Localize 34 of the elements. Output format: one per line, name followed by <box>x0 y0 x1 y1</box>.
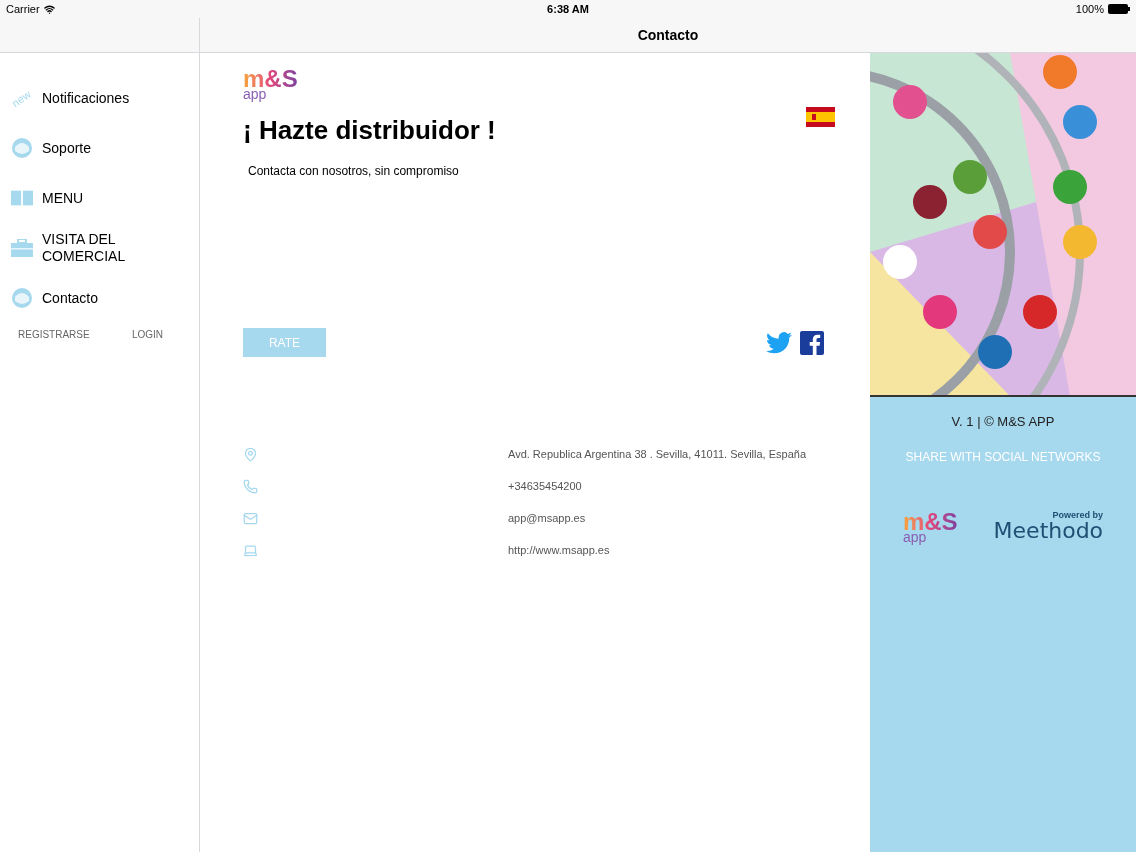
phone-icon <box>243 478 258 494</box>
sidebar-item[interactable]: MENU <box>0 173 199 223</box>
carrier-label: Carrier <box>6 1 40 17</box>
powered-by-logo: Powered by Meethodo <box>993 511 1104 542</box>
briefcase-icon <box>11 239 33 257</box>
account-link[interactable]: LOGIN <box>131 327 163 342</box>
subtitle: Contacta con nosotros, sin compromiso <box>248 163 460 180</box>
version-label: V. 1 | © M&S APP <box>950 413 1056 431</box>
sidebar-item[interactable]: Soporte <box>0 123 199 173</box>
book-icon <box>11 190 33 206</box>
new-label: new <box>8 86 34 111</box>
f-logo-icon[interactable] <box>800 330 824 355</box>
sidebar-item[interactable]: VISITA DEL COMERCIAL <box>0 223 199 273</box>
bird-icon[interactable] <box>766 331 792 354</box>
clock: 6:38 AM <box>547 1 589 17</box>
laptop-icon <box>243 542 258 558</box>
contact-value: http://www.msapp.es <box>508 542 610 558</box>
avatar-icon <box>11 137 33 159</box>
page-title: ¡ Hazte distribuidor ! <box>243 114 496 147</box>
account-link[interactable]: REGISTRARSE <box>18 327 90 342</box>
location-pin-icon <box>243 446 258 462</box>
nav-title: Contacto <box>637 25 699 45</box>
contact-value: Avd. Republica Argentina 38 . Sevilla, 41011. Sevilla, España <box>508 446 806 462</box>
mail-icon <box>243 510 258 526</box>
avatar-icon <box>11 287 33 309</box>
app-logo: m&S app <box>243 67 298 101</box>
sidebar-item[interactable]: new Notificaciones <box>0 73 199 123</box>
contact-value: app@msapp.es <box>508 510 586 526</box>
battery-label: 100% <box>1075 1 1104 17</box>
sidebar-item[interactable]: Contacto <box>0 273 199 323</box>
battery-icon <box>1108 4 1130 14</box>
contact-value: +34635454200 <box>508 478 582 494</box>
wifi-icon <box>43 3 55 15</box>
spain-flag-icon <box>806 107 835 127</box>
